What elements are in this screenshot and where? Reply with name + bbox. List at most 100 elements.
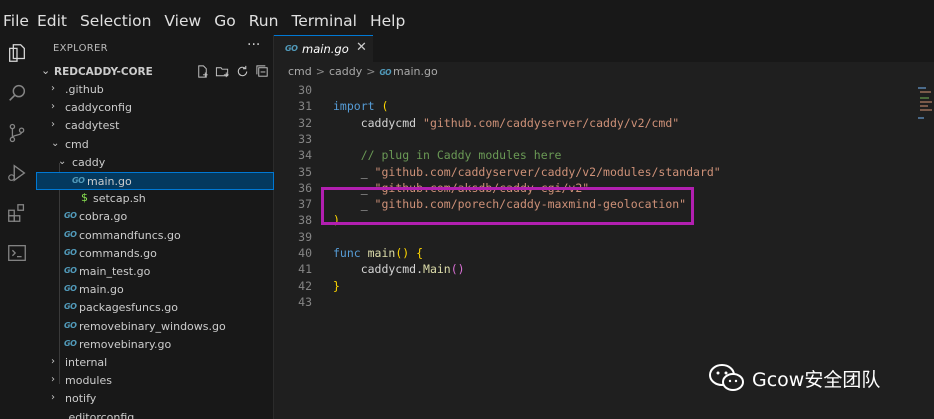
more-actions-icon[interactable]: ··· (247, 37, 260, 53)
new-folder-icon[interactable] (215, 64, 230, 79)
tree-item-label: removebinary.go (79, 337, 172, 351)
tree-item-label: caddy (72, 155, 106, 169)
new-file-icon[interactable] (195, 64, 210, 79)
menu-item-file[interactable]: File (3, 11, 29, 31)
tree-item-commandfuncs-go[interactable]: GO commandfuncs.go (36, 227, 274, 245)
code-text: func main() { (333, 246, 423, 260)
code-line: 35 _ "github.com/caddyserver/caddy/v2/mo… (274, 165, 914, 181)
code-token: "github.com/caddyserver/caddy/v2/modules… (374, 164, 721, 179)
tree-item-github[interactable]: › .github (36, 81, 274, 99)
watermark-text: Gcow安全团队 (752, 369, 881, 391)
go-file-icon: GO (64, 284, 77, 294)
tree-item-notify[interactable]: › notify (36, 390, 274, 408)
breadcrumb-item-caddy[interactable]: caddy (329, 65, 362, 78)
tab-bar: GO main.go ✕ (274, 35, 934, 62)
minimap[interactable] (918, 83, 932, 183)
line-number: 31 (298, 99, 312, 114)
code-text: _ "github.com/caddyserver/caddy/v2/modul… (333, 165, 721, 179)
line-number: 38 (298, 213, 312, 228)
menu-item-terminal[interactable]: Terminal (291, 11, 357, 31)
tree-item-cmd[interactable]: ⌄ cmd (36, 136, 274, 154)
tree-item-label: notify (65, 392, 97, 406)
tree-item-caddyconfig[interactable]: › caddyconfig (36, 99, 274, 117)
tree-item-caddytest[interactable]: › caddytest (36, 117, 274, 135)
menu-item-view[interactable]: View (164, 11, 201, 31)
tree-item-removebinary-go[interactable]: GO removebinary.go (36, 336, 274, 354)
tree-item-main-go[interactable]: GO main.go (36, 281, 274, 299)
go-file-icon: GO (285, 44, 298, 53)
menu-item-run[interactable]: Run (249, 11, 279, 31)
code-text: } (333, 279, 340, 293)
go-file-icon: GO (64, 338, 77, 348)
line-number: 36 (298, 180, 312, 195)
collapse-all-icon[interactable] (255, 64, 270, 79)
breadcrumb-item-main-go[interactable]: main.go (393, 65, 438, 78)
code-line: 43 (274, 295, 914, 311)
line-number: 33 (298, 131, 312, 146)
line-number: 39 (298, 229, 312, 244)
code-line: 31 import ( (274, 99, 914, 115)
go-file-icon: GO (64, 211, 77, 221)
search-icon[interactable] (6, 82, 28, 104)
chevron-right-icon: › (51, 83, 55, 94)
code-token: import (333, 99, 382, 114)
tree-item-label: setcap.sh (93, 192, 146, 206)
go-file-icon: GO (64, 320, 77, 330)
annotation-highlight-box (321, 187, 694, 225)
line-number: 41 (298, 262, 312, 277)
run-debug-icon[interactable] (6, 162, 28, 184)
line-number: 37 (298, 197, 312, 212)
tab-main-go[interactable]: GO main.go ✕ (274, 35, 373, 62)
tree-item-setcap-sh[interactable]: $ setcap.sh (36, 190, 274, 208)
go-file-icon: GO (64, 247, 77, 257)
menu-item-help[interactable]: Help (370, 11, 405, 31)
menu-item-go[interactable]: Go (214, 11, 236, 31)
tree-item-commands-go[interactable]: GO commands.go (36, 245, 274, 263)
tree-item-internal[interactable]: › internal (36, 354, 274, 372)
code-token: "github.com/caddyserver/caddy/v2/cmd" (423, 115, 680, 130)
breadcrumb-item-cmd[interactable]: cmd (288, 65, 312, 78)
tree-item-cobra-go[interactable]: GO cobra.go (36, 208, 274, 226)
line-number: 42 (298, 278, 312, 293)
tree-item-editorconfig[interactable]: .editorconfig (36, 409, 274, 419)
breadcrumb: cmd > caddy > GO main.go (288, 65, 438, 78)
tree-item-modules[interactable]: › modules (36, 372, 274, 390)
code-line: 40 func main() { (274, 246, 914, 262)
code-text: import ( (333, 99, 388, 113)
menu-item-edit[interactable]: Edit (37, 11, 67, 31)
line-number: 35 (298, 164, 312, 179)
code-text: caddycmd "github.com/caddyserver/caddy/v… (333, 115, 680, 130)
tree-item-label: cmd (65, 137, 89, 151)
explorer-icon[interactable] (6, 42, 28, 64)
breadcrumb-separator: > (315, 65, 325, 78)
code-line: 32 caddycmd "github.com/caddyserver/cadd… (274, 116, 914, 132)
refresh-icon[interactable] (235, 64, 250, 79)
code-token: _ (333, 164, 375, 179)
tree-item-main-test-go[interactable]: GO main_test.go (36, 263, 274, 281)
menu-item-selection[interactable]: Selection (80, 11, 151, 31)
code-line: 39 (274, 230, 914, 246)
close-icon[interactable]: ✕ (356, 40, 367, 55)
code-text: caddycmd.Main() (333, 262, 465, 276)
chevron-right-icon: › (51, 392, 55, 404)
tree-item-caddy[interactable]: ⌄ caddy (36, 154, 274, 172)
tree-item-label: packagesfuncs.go (79, 301, 178, 315)
extensions-icon[interactable] (6, 202, 28, 224)
tree-item-packagesfuncs-go[interactable]: GO packagesfuncs.go (36, 299, 274, 317)
shell-file-icon: $ (81, 191, 88, 205)
terminal-icon[interactable] (6, 242, 28, 264)
line-number: 40 (298, 246, 312, 260)
root-folder-header[interactable]: ⌄ REDCADDY-CORE (36, 63, 274, 81)
tree-item-main-go[interactable]: GO main.go (36, 172, 274, 190)
line-number: 43 (298, 294, 312, 309)
tree-item-removebinary-windows-go[interactable]: GO removebinary_windows.go (36, 318, 274, 336)
code-token: ( (381, 99, 389, 114)
chevron-right-icon: › (51, 101, 55, 113)
wechat-logo (707, 362, 747, 394)
go-file-icon: GO (64, 266, 77, 275)
source-control-icon[interactable] (6, 122, 28, 144)
explorer-title: EXPLORER (53, 43, 108, 54)
code-line: 34 // plug in Caddy modules here (274, 148, 914, 164)
go-file-icon: GO (379, 68, 391, 77)
tree-item-label: cobra.go (79, 210, 128, 224)
